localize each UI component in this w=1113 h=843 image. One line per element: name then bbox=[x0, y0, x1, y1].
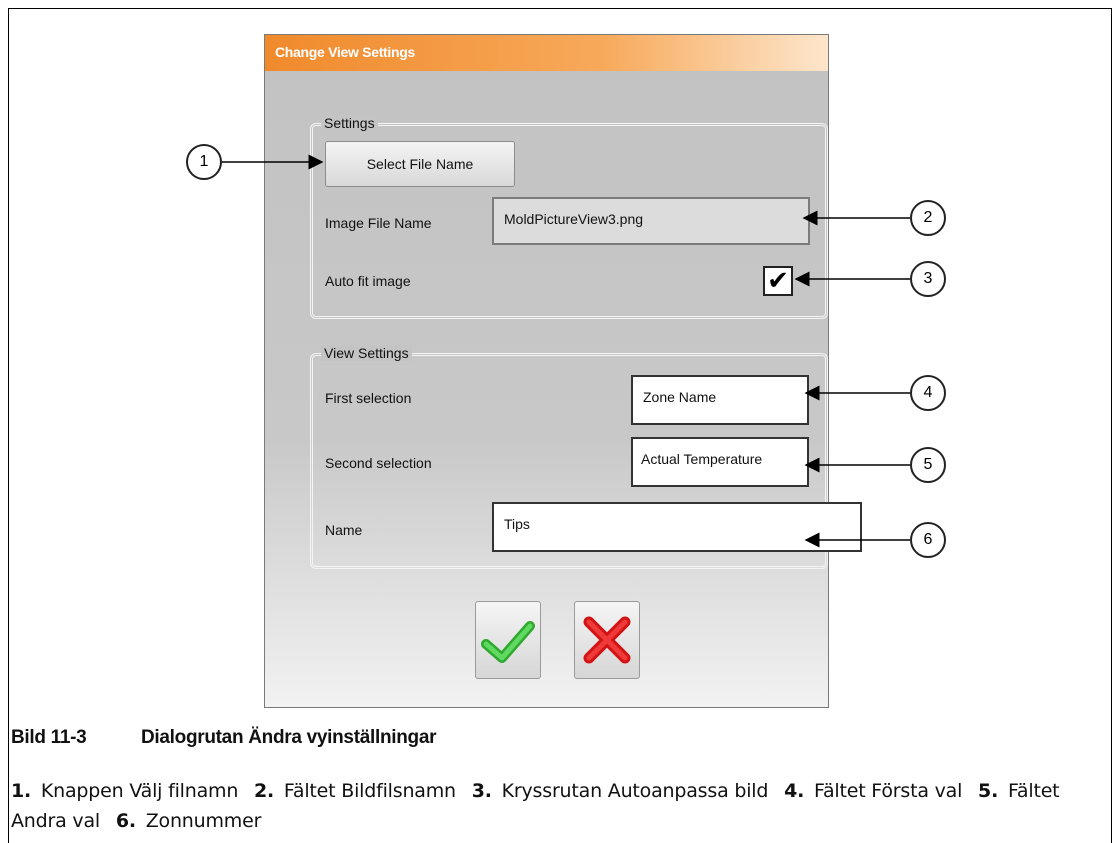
legend-item: 1. Knappen Välj filnamn bbox=[11, 780, 239, 802]
callout-6: 6 bbox=[910, 522, 946, 558]
callout-3: 3 bbox=[910, 261, 946, 297]
callout-4: 4 bbox=[910, 375, 946, 411]
figure-title: Dialogrutan Ändra vyinställningar bbox=[141, 727, 437, 748]
callout-5: 5 bbox=[910, 447, 946, 483]
callout-1: 1 bbox=[186, 144, 222, 180]
legend-item: 4. Fältet Första val bbox=[784, 780, 963, 802]
figure-legend: 1. Knappen Välj filnamn 2. Fältet Bildfi… bbox=[11, 776, 1106, 836]
callout-2: 2 bbox=[910, 200, 946, 236]
legend-item: 2. Fältet Bildfilsnamn bbox=[254, 780, 456, 802]
figure-number: Bild 11-3 bbox=[11, 727, 87, 748]
legend-item: 3. Kryssrutan Autoanpassa bild bbox=[471, 780, 769, 802]
legend-item: 6. Zonnummer bbox=[115, 810, 262, 832]
figure-caption: Bild 11-3 Dialogrutan Ändra vyinställning… bbox=[11, 727, 437, 749]
callout-arrows bbox=[222, 154, 910, 548]
